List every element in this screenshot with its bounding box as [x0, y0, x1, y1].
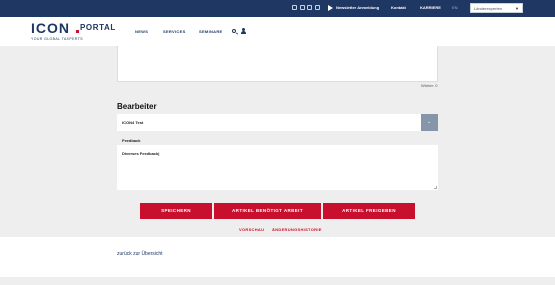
feedback-textarea[interactable]: Diverses Feedback|: [117, 145, 438, 190]
search-icon[interactable]: [232, 29, 236, 33]
contact-link[interactable]: Kontakt: [391, 4, 406, 12]
paper-plane-icon: [328, 5, 333, 11]
country-expert-select[interactable]: Länderexperten ▼: [470, 3, 523, 13]
country-expert-select-value: Länderexperten: [474, 6, 503, 11]
chevron-down-icon: ⌄: [427, 119, 432, 125]
bearbeiter-select[interactable]: ICON4 Test ⌄: [117, 114, 438, 131]
language-switch[interactable]: EN: [452, 4, 458, 12]
preview-link[interactable]: VORSCHAU: [239, 227, 264, 232]
nav-seminare[interactable]: SEMINARE: [199, 29, 223, 35]
bottom-panel: [0, 237, 555, 277]
nav-services[interactable]: SERVICES: [163, 29, 186, 35]
youtube-icon[interactable]: [315, 5, 320, 10]
bearbeiter-heading: Bearbeiter: [117, 102, 157, 111]
career-link[interactable]: KARRIERE: [420, 4, 441, 12]
user-icon[interactable]: [241, 28, 246, 35]
needs-work-button[interactable]: ARTIKEL BENÖTIGT ARBEIT: [214, 203, 321, 219]
logo-portal-text: PORTAL: [80, 23, 116, 32]
logo-dot: [76, 30, 79, 33]
feedback-label: Feedback: [122, 138, 141, 143]
resize-handle-icon[interactable]: [434, 186, 437, 189]
top-bar: Newsletter Anmeldung Kontakt KARRIERE EN…: [0, 0, 555, 17]
nav-news[interactable]: NEWS: [135, 29, 148, 35]
linkedin-icon[interactable]: [307, 5, 312, 10]
text-editor-area[interactable]: [117, 46, 438, 82]
instagram-icon[interactable]: [300, 5, 305, 10]
logo-tagline: YOUR GLOBAL TAXPERTS: [31, 37, 84, 41]
bearbeiter-select-value: ICON4 Test: [122, 120, 144, 125]
word-counter: Wörter: 0: [421, 83, 438, 88]
logo[interactable]: ICON: [31, 20, 70, 36]
release-article-button[interactable]: ARTIKEL FREIGEBEN: [323, 203, 415, 219]
site-header: ICON PORTAL YOUR GLOBAL TAXPERTS NEWS SE…: [0, 17, 555, 46]
save-button[interactable]: SPEICHERN: [140, 203, 212, 219]
feedback-text: Diverses Feedback|: [122, 151, 160, 156]
chevron-down-icon: ▼: [515, 6, 519, 11]
back-to-overview-link[interactable]: zurück zur Übersicht: [117, 251, 163, 257]
bearbeiter-dropdown-button[interactable]: ⌄: [421, 114, 438, 131]
change-history-link[interactable]: ÄNDERUNGSHISTORIE: [272, 227, 322, 232]
facebook-icon[interactable]: [292, 5, 297, 10]
newsletter-link[interactable]: Newsletter Anmeldung: [336, 4, 379, 12]
